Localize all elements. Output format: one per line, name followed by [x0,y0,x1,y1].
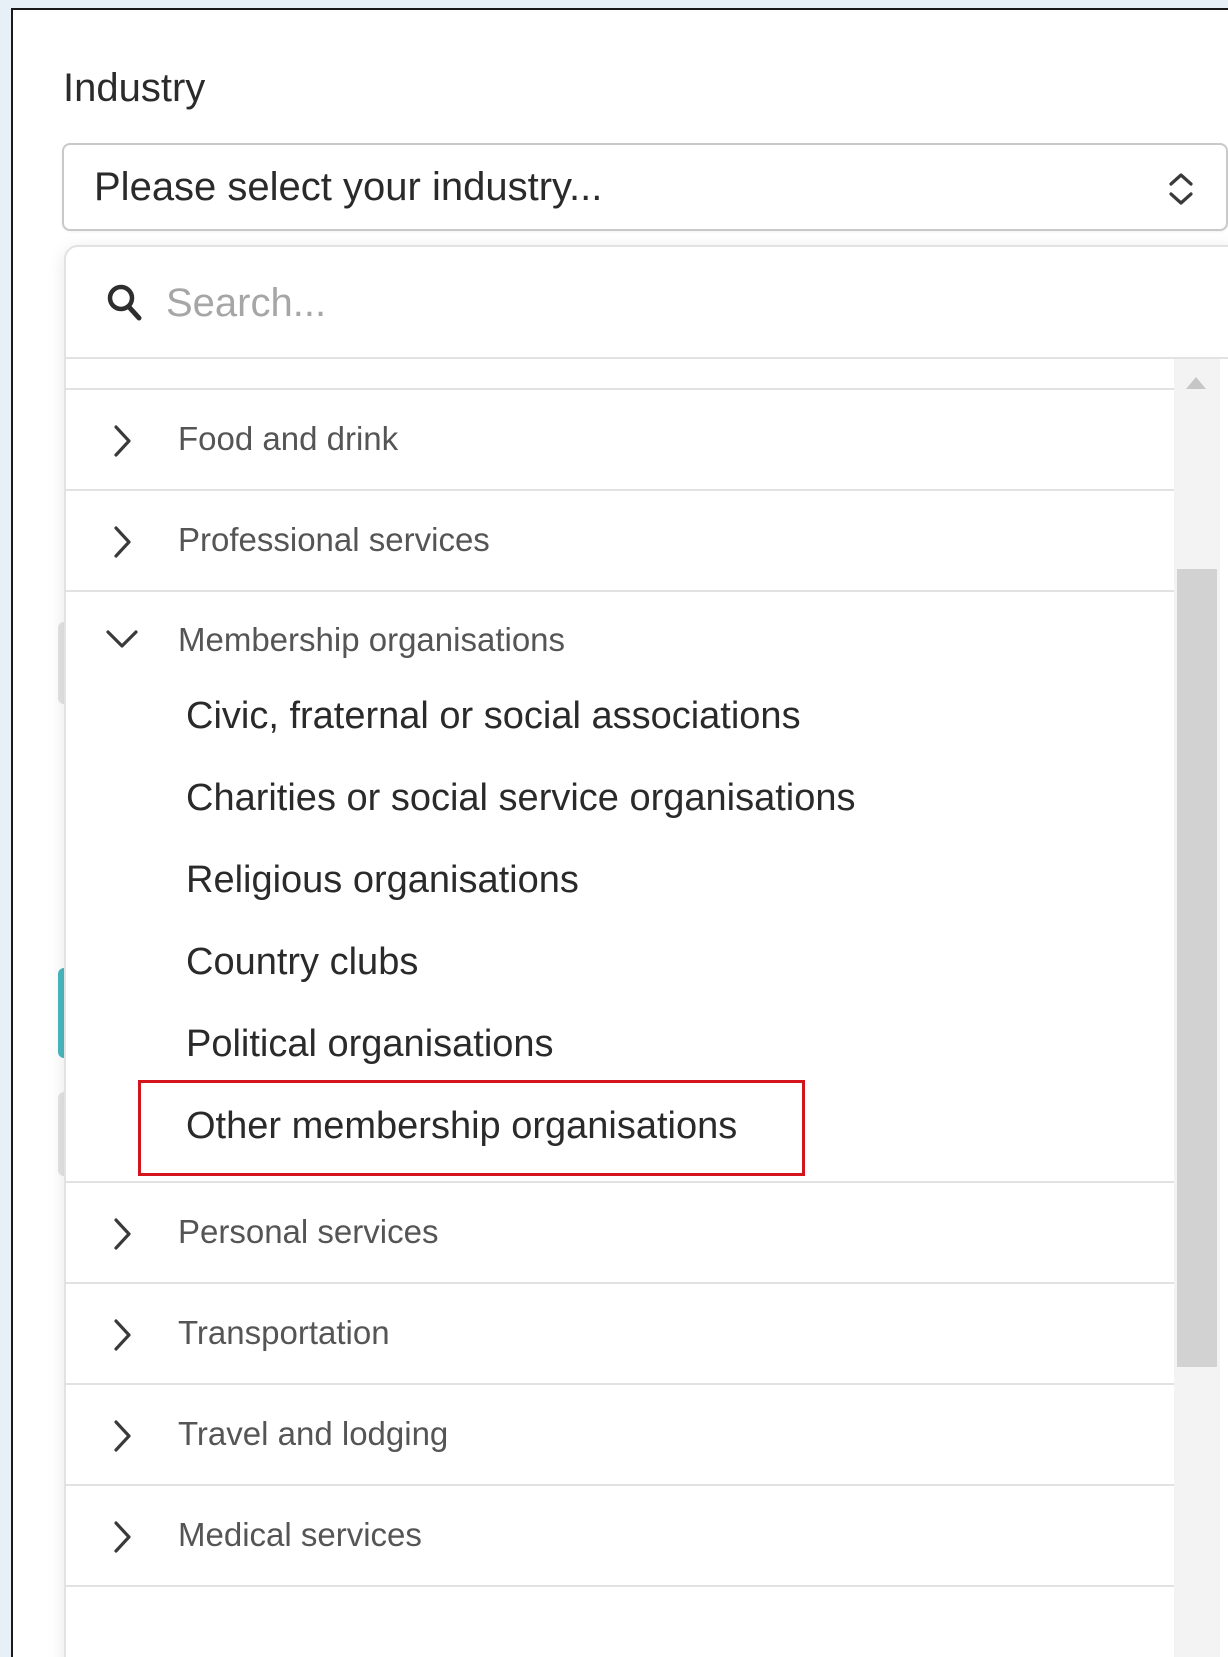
category-personal-services[interactable]: Personal services [66,1183,1174,1284]
option-religious-organisations[interactable]: Religious organisations [186,859,579,902]
chevron-right-icon [114,425,131,457]
category-food-and-drink[interactable]: Food and drink [66,390,1174,491]
industry-list: Food and drink Professional services Mem… [66,359,1174,1657]
chevron-right-icon [114,1319,131,1351]
category-label: Professional services [178,521,490,558]
category-label: Medical services [178,1516,422,1553]
chevron-right-icon [114,1218,131,1250]
app-frame: Industry Please select your industry... [11,8,1228,1657]
dropdown-search [66,247,1228,359]
chevron-right-icon [114,1521,131,1553]
scrollbar-thumb[interactable] [1177,569,1217,1367]
chevron-down-icon[interactable] [104,627,140,651]
option-other-membership-organisations[interactable]: Other membership organisations [186,1105,737,1148]
category-label[interactable]: Membership organisations [178,621,565,659]
option-political-organisations[interactable]: Political organisations [186,1023,554,1066]
chevron-right-icon [114,1420,131,1452]
chevron-up-down-icon [1169,173,1193,205]
dropdown-scrollbar[interactable] [1174,359,1220,1657]
option-country-clubs[interactable]: Country clubs [186,941,418,984]
search-icon [107,284,142,321]
chevron-right-icon [114,526,131,558]
category-transportation[interactable]: Transportation [66,1284,1174,1385]
category-professional-services[interactable]: Professional services [66,491,1174,592]
scroll-up-arrow-icon[interactable] [1186,377,1206,389]
option-charities-social-service[interactable]: Charities or social service organisation… [186,777,856,820]
category-membership-organisations: Membership organisations Civic, fraterna… [66,589,1174,1183]
option-civic-fraternal-social[interactable]: Civic, fraternal or social associations [186,695,801,738]
category-travel-and-lodging[interactable]: Travel and lodging [66,1385,1174,1486]
industry-select-value: Please select your industry... [94,165,603,209]
category-label: Travel and lodging [178,1415,449,1452]
industry-select[interactable]: Please select your industry... [62,143,1228,231]
industry-label: Industry [63,66,206,110]
category-medical-services[interactable]: Medical services [66,1486,1174,1587]
industry-dropdown: Food and drink Professional services Mem… [64,245,1228,1657]
search-input[interactable] [166,273,1066,333]
category-label: Personal services [178,1213,439,1250]
category-label: Transportation [178,1314,390,1351]
category-label: Food and drink [178,420,399,457]
